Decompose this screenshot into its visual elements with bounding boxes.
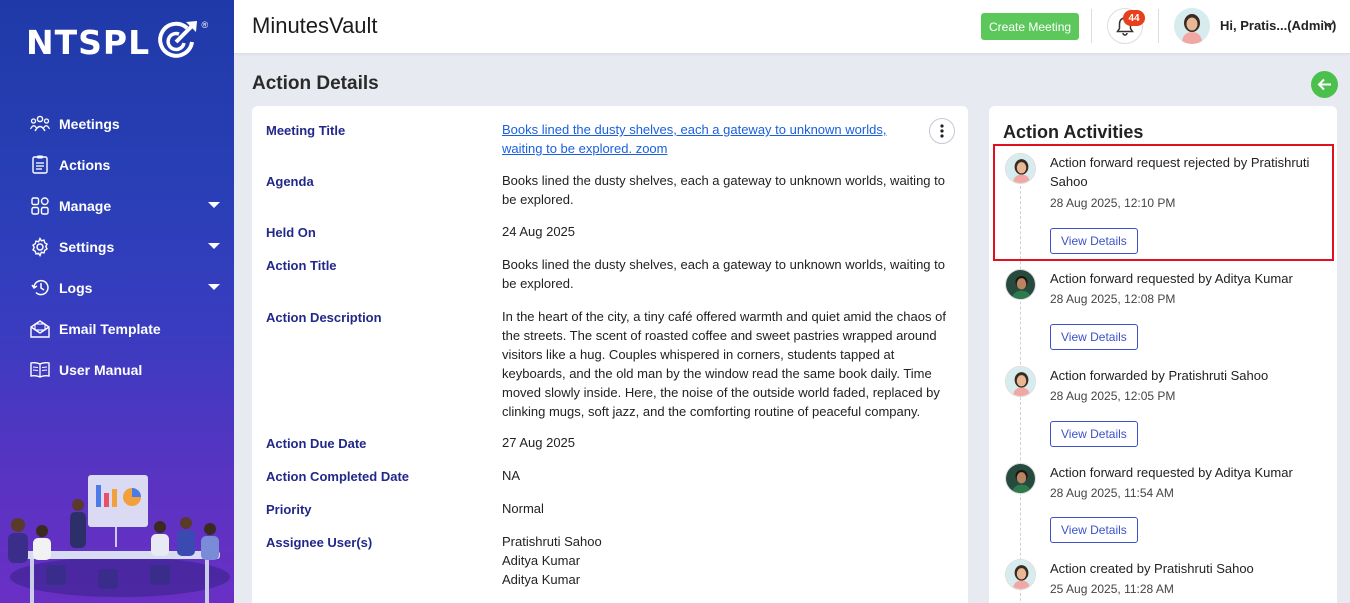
highlight-box: [993, 144, 1334, 261]
field-label: Held On: [266, 225, 316, 240]
sidebar-item-label: Actions: [59, 156, 111, 173]
email-icon: [30, 319, 50, 339]
book-icon: [30, 360, 50, 380]
agenda-value: Books lined the dusty shelves, each a ga…: [502, 173, 945, 207]
header-divider: [1158, 9, 1159, 43]
field-label: Action Title: [266, 258, 337, 273]
manage-icon: [30, 196, 50, 216]
action-title-value: Books lined the dusty shelves, each a ga…: [502, 257, 945, 291]
gear-icon: [30, 236, 50, 257]
arrow-left-icon: [1317, 78, 1331, 91]
sidebar-item-label: Logs: [59, 279, 93, 296]
held-on-value: 24 Aug 2025: [502, 224, 576, 239]
activity-text: Action forward requested by Aditya Kumar: [1050, 271, 1293, 286]
meeting-title-line: Books lined the dusty shelves, each a ga…: [502, 122, 887, 137]
logo-arrow-icon: ®: [156, 20, 208, 65]
history-icon: [30, 278, 50, 298]
activity-timestamp: 28 Aug 2025, 11:54 AM: [1050, 486, 1174, 500]
notification-count-badge: 44: [1123, 10, 1145, 26]
registered-mark: ®: [201, 20, 209, 30]
sidebar-item-label: Email Template: [59, 320, 161, 337]
priority-value: Normal: [502, 501, 544, 516]
sidebar-nav: Meetings Actions Manage Settings Logs Em…: [0, 103, 234, 390]
view-details-button[interactable]: View Details: [1050, 324, 1138, 350]
sidebar-item-label: Meetings: [59, 115, 120, 132]
kebab-menu-icon: [940, 124, 944, 138]
sidebar-item-logs[interactable]: Logs: [0, 267, 234, 308]
field-label: Agenda: [266, 174, 314, 189]
action-completed-date-value: NA: [502, 468, 521, 483]
avatar: [1005, 463, 1036, 494]
assignee-list: Pratishruti Sahoo Aditya Kumar Aditya Ku…: [502, 532, 952, 589]
sidebar-item-actions[interactable]: Actions: [0, 144, 234, 185]
view-details-button[interactable]: View Details: [1050, 517, 1138, 543]
brand-logo[interactable]: NTSPL ®: [26, 20, 208, 65]
meeting-illustration: [0, 465, 234, 603]
meeting-title-link[interactable]: Books lined the dusty shelves, each a ga…: [502, 120, 892, 158]
meetings-icon: [30, 114, 50, 134]
action-description-value: In the heart of the city, a tiny café of…: [502, 309, 946, 419]
sidebar: NTSPL ® Meetings Actions Manage Settings…: [0, 0, 234, 603]
field-label: Meeting Title: [266, 123, 346, 138]
activity-text: Action created by Pratishruti Sahoo: [1050, 561, 1254, 576]
sidebar-item-label: Manage: [59, 197, 112, 214]
assignee-name: Pratishruti Sahoo: [502, 534, 602, 549]
sidebar-item-label: User Manual: [59, 361, 143, 378]
action-due-date-value: 27 Aug 2025: [502, 435, 576, 450]
chevron-down-icon: [208, 243, 220, 249]
activities-title: Action Activities: [1003, 122, 1144, 142]
create-meeting-button[interactable]: Create Meeting: [981, 13, 1080, 40]
page-title: Action Details: [252, 73, 379, 94]
activity-timestamp: 28 Aug 2025, 12:05 PM: [1050, 389, 1176, 403]
assignee-name: Aditya Kumar: [502, 572, 581, 587]
view-details-button[interactable]: View Details: [1050, 421, 1138, 447]
field-label: Action Description: [266, 310, 382, 325]
chevron-down-icon[interactable]: [1322, 17, 1336, 36]
activity-text: Action forwarded by Pratishruti Sahoo: [1050, 368, 1269, 383]
logo-text: NTSPL: [26, 23, 151, 62]
app-title: MinutesVault: [252, 13, 378, 38]
actions-icon: [30, 155, 50, 175]
field-label: Action Completed Date: [266, 469, 410, 484]
header-divider: [1091, 9, 1092, 43]
sidebar-item-email-template[interactable]: Email Template: [0, 308, 234, 349]
user-avatar[interactable]: [1174, 8, 1210, 44]
user-greeting[interactable]: Hi, Pratis...(Admin): [1220, 18, 1336, 33]
sidebar-item-meetings[interactable]: Meetings: [0, 103, 234, 144]
sidebar-item-settings[interactable]: Settings: [0, 226, 234, 267]
more-options-button[interactable]: [929, 118, 955, 144]
action-details-card: Meeting Title Books lined the dusty shel…: [252, 106, 968, 603]
avatar: [1005, 366, 1036, 397]
sidebar-item-user-manual[interactable]: User Manual: [0, 349, 234, 390]
field-label: Priority: [266, 502, 312, 517]
activity-timestamp: 28 Aug 2025, 12:08 PM: [1050, 292, 1176, 306]
field-label: Assignee User(s): [266, 535, 373, 550]
field-label: Action Due Date: [266, 436, 367, 451]
assignee-name: Aditya Kumar: [502, 553, 581, 568]
sidebar-item-manage[interactable]: Manage: [0, 185, 234, 226]
avatar: [1005, 269, 1036, 300]
activity-text: Action forward requested by Aditya Kumar: [1050, 465, 1293, 480]
activity-timestamp: 25 Aug 2025, 11:28 AM: [1050, 582, 1174, 596]
chevron-down-icon: [208, 202, 220, 208]
chevron-down-icon: [208, 284, 220, 290]
back-button[interactable]: [1311, 71, 1338, 98]
top-header: MinutesVault Create Meeting 44 Hi, Prati…: [234, 0, 1350, 53]
sidebar-item-label: Settings: [59, 238, 115, 255]
avatar: [1005, 559, 1036, 590]
meeting-title-line: waiting to be explored. zoom: [502, 141, 668, 156]
